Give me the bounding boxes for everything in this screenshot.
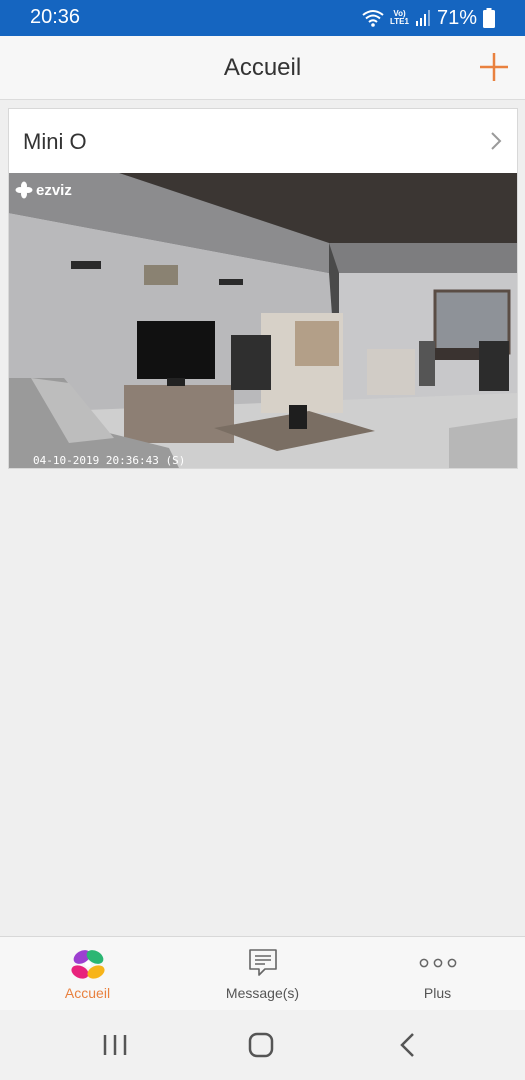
camera-scene [9,173,517,468]
battery-percent: 71% [436,6,477,29]
ezviz-logo-icon [70,950,105,979]
system-nav-bar [0,1010,525,1080]
battery-icon [483,8,495,28]
device-name: Mini O [23,129,87,154]
more-dots-icon [419,958,456,968]
ezviz-watermark: ezviz [15,181,72,199]
add-device-button[interactable] [477,50,511,84]
tab-accueil[interactable]: Accueil [0,937,175,1011]
recent-apps-icon[interactable] [95,1030,135,1060]
tab-plus[interactable]: Plus [350,937,525,1011]
device-card: Mini O ezviz 04-10-2019 20:36:43 (S) [8,108,518,469]
tab-label: Message(s) [225,985,300,1001]
chevron-right-icon [491,132,502,150]
plus-icon [480,53,508,81]
back-icon[interactable] [388,1030,428,1060]
signal-icon [415,10,430,26]
tab-label: Plus [423,985,452,1001]
status-time: 20:36 [30,6,81,28]
lte-indicator: Vo) LTE1 [390,10,409,26]
wifi-icon [362,10,384,27]
status-bar: 20:36 Vo) LTE1 71% [0,0,525,36]
ezviz-flower-icon [15,181,33,199]
device-settings-row[interactable]: Mini O [9,109,517,173]
tab-messages[interactable]: Message(s) [175,937,350,1011]
tab-label: Accueil [64,985,111,1001]
home-icon[interactable] [241,1030,281,1060]
status-indicators: Vo) LTE1 71% [362,6,495,30]
page-title: Accueil [223,54,302,81]
message-icon [248,949,277,976]
camera-preview[interactable]: ezviz 04-10-2019 20:36:43 (S) [9,173,517,468]
ezviz-brand: ezviz [36,181,72,199]
app-header: Accueil [0,36,525,100]
lte-label: LTE1 [390,17,409,26]
camera-timestamp: 04-10-2019 20:36:43 (S) [33,454,186,467]
bottom-tab-bar: Accueil Message(s) Plus [0,936,525,1010]
